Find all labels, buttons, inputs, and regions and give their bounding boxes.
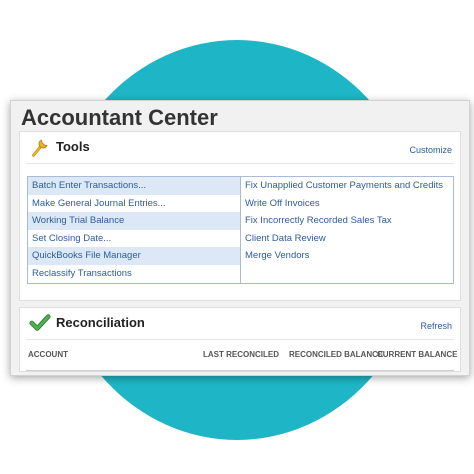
- tool-write-off-invoices[interactable]: Write Off Invoices: [241, 195, 453, 213]
- tool-reclassify-transactions[interactable]: Reclassify Transactions: [28, 265, 240, 283]
- tool-merge-vendors[interactable]: Merge Vendors: [241, 247, 453, 265]
- accountant-center-window: Accountant Center Tools Customize Batch …: [10, 100, 470, 376]
- tools-right-column: Fix Unapplied Customer Payments and Cred…: [240, 177, 453, 283]
- divider: [26, 163, 454, 164]
- tool-make-general-journal-entries[interactable]: Make General Journal Entries...: [28, 195, 240, 213]
- reconciliation-header: Reconciliation Refresh: [20, 308, 460, 338]
- tool-fix-unapplied-payments[interactable]: Fix Unapplied Customer Payments and Cred…: [241, 177, 453, 195]
- tools-grid: Batch Enter Transactions... Make General…: [27, 176, 454, 284]
- page-title: Accountant Center: [21, 105, 218, 130]
- tool-batch-enter-transactions[interactable]: Batch Enter Transactions...: [28, 177, 240, 195]
- checkmark-icon: [29, 314, 51, 331]
- tools-panel: Tools Customize Batch Enter Transactions…: [19, 131, 461, 301]
- tools-title: Tools: [56, 139, 90, 154]
- tool-fix-sales-tax[interactable]: Fix Incorrectly Recorded Sales Tax: [241, 212, 453, 230]
- column-header-account[interactable]: ACCOUNT: [28, 350, 68, 359]
- tool-working-trial-balance[interactable]: Working Trial Balance: [28, 212, 240, 230]
- tool-quickbooks-file-manager[interactable]: QuickBooks File Manager: [28, 247, 240, 265]
- divider: [26, 339, 454, 340]
- reconciliation-panel: Reconciliation Refresh ACCOUNT LAST RECO…: [19, 307, 461, 372]
- refresh-link[interactable]: Refresh: [420, 321, 452, 331]
- reconciliation-column-headers: ACCOUNT LAST RECONCILED RECONCILED BALAN…: [20, 350, 460, 364]
- tools-header: Tools Customize: [20, 132, 460, 162]
- column-header-reconciled-balance[interactable]: RECONCILED BALANCE: [289, 350, 383, 359]
- tool-client-data-review[interactable]: Client Data Review: [241, 230, 453, 248]
- tools-left-column: Batch Enter Transactions... Make General…: [28, 177, 240, 283]
- wrench-icon: [32, 139, 48, 157]
- tool-set-closing-date[interactable]: Set Closing Date...: [28, 230, 240, 248]
- reconciliation-title: Reconciliation: [56, 315, 145, 330]
- column-header-last-reconciled[interactable]: LAST RECONCILED: [203, 350, 279, 359]
- column-header-current-balance[interactable]: CURRENT BALANCE: [377, 350, 457, 359]
- customize-link[interactable]: Customize: [409, 145, 452, 155]
- divider: [26, 370, 454, 371]
